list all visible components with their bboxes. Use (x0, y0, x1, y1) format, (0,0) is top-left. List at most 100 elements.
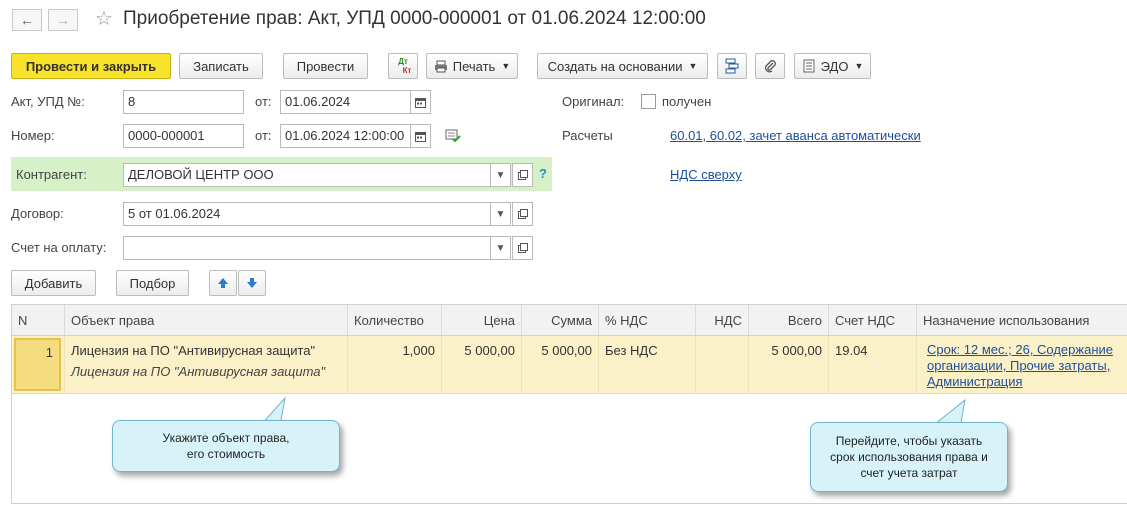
dt-icon: Дт (398, 57, 408, 66)
original-received-checkbox[interactable] (641, 94, 656, 109)
calendar-icon[interactable] (410, 124, 431, 148)
forward-button[interactable]: → (48, 9, 78, 31)
create-based-label: Создать на основании (547, 58, 683, 74)
vat-cell[interactable] (696, 336, 749, 394)
selection-button[interactable]: Подбор (116, 270, 189, 296)
arrow-up-icon (218, 278, 228, 288)
open-icon[interactable] (512, 236, 533, 260)
callout-purpose-line3: счет учета затрат (860, 466, 958, 480)
move-up-button[interactable] (209, 270, 237, 296)
counterparty-field[interactable]: ДЕЛОВОЙ ЦЕНТР ООО (123, 163, 491, 187)
contract-label: Договор: (11, 206, 64, 221)
add-row-label: Добавить (24, 275, 83, 291)
column-header-sum[interactable]: Сумма (522, 305, 599, 335)
arrow-down-icon (247, 278, 257, 288)
chevron-down-icon: ▼ (688, 61, 698, 71)
attachments-button[interactable] (755, 53, 785, 79)
open-icon[interactable] (512, 202, 533, 226)
object-cell[interactable]: Лицензия на ПО "Антивирусная защита" Лиц… (65, 336, 348, 394)
add-row-button[interactable]: Добавить (11, 270, 96, 296)
edo-icon (803, 59, 815, 73)
column-header-total[interactable]: Всего (749, 305, 829, 335)
act-number-field[interactable]: 8 (123, 90, 244, 114)
vat-rate-cell[interactable]: Без НДС (599, 336, 696, 394)
save-button[interactable]: Записать (179, 53, 263, 79)
document-check-icon[interactable] (445, 129, 461, 146)
row-number-cell[interactable]: 1 (12, 336, 65, 394)
column-header-vat-account[interactable]: Счет НДС (829, 305, 917, 335)
quantity-cell[interactable]: 1,000 (348, 336, 442, 394)
invoice-label: Счет на оплату: (11, 240, 107, 255)
price-cell[interactable]: 5 000,00 (442, 336, 522, 394)
print-button[interactable]: Печать ▼ (426, 53, 518, 79)
invoice-field[interactable] (123, 236, 491, 260)
contract-field[interactable]: 5 от 01.06.2024 (123, 202, 491, 226)
purpose-link-line1[interactable]: Срок: 12 мес.; 26, Содержание (927, 342, 1118, 358)
received-label: получен (662, 94, 712, 109)
save-label: Записать (193, 58, 249, 74)
object-subtitle: Лицензия на ПО "Антивирусная защита" (71, 364, 326, 379)
edo-button[interactable]: ЭДО ▼ (794, 53, 871, 79)
callout-object-line1: Укажите объект права, (162, 431, 290, 445)
purpose-link-line2[interactable]: организации, Прочие затраты, (927, 358, 1118, 374)
number-field[interactable]: 0000-000001 (123, 124, 244, 148)
help-icon[interactable]: ? (539, 166, 547, 181)
callout-purpose-hint: Перейдите, чтобы указать срок использова… (810, 422, 1008, 492)
post-and-close-button[interactable]: Провести и закрыть (11, 53, 171, 79)
number-date-label: от: (255, 128, 272, 143)
original-label: Оригинал: (562, 94, 625, 109)
number-label: Номер: (11, 128, 55, 143)
callout-purpose-line1: Перейдите, чтобы указать (835, 434, 983, 448)
number-date-field[interactable]: 01.06.2024 12:00:00 (280, 124, 411, 148)
structure-icon (725, 58, 739, 74)
chevron-down-icon[interactable]: ▼ (490, 236, 511, 260)
back-button[interactable]: ← (12, 9, 42, 31)
table-row[interactable]: 1 Лицензия на ПО "Антивирусная защита" Л… (12, 336, 1127, 394)
settlements-link[interactable]: 60.01, 60.02, зачет аванса автоматически (670, 128, 921, 143)
calendar-icon[interactable] (410, 90, 431, 114)
act-date-label: от: (255, 94, 272, 109)
column-header-n[interactable]: N (12, 305, 65, 335)
dt-kt-button[interactable]: Дт Кт (388, 53, 418, 79)
purpose-link-line3[interactable]: Администрация (927, 374, 1118, 390)
post-button[interactable]: Провести (283, 53, 368, 79)
chevron-down-icon: ▼ (854, 61, 864, 71)
move-down-button[interactable] (238, 270, 266, 296)
counterparty-label: Контрагент: (16, 167, 87, 182)
post-label: Провести (296, 58, 355, 74)
arrow-left-icon: ← (20, 12, 34, 28)
print-label: Печать (452, 58, 496, 74)
act-date-field[interactable]: 01.06.2024 (280, 90, 411, 114)
paperclip-icon (764, 60, 776, 73)
create-based-on-button[interactable]: Создать на основании ▼ (537, 53, 708, 79)
column-header-purpose[interactable]: Назначение использования (917, 305, 1127, 335)
vat-link[interactable]: НДС сверху (670, 167, 742, 182)
printer-icon (434, 60, 447, 72)
vat-account-cell[interactable]: 19.04 (829, 336, 917, 394)
callout-object-line2: его стоимость (186, 447, 266, 461)
sum-cell[interactable]: 5 000,00 (522, 336, 599, 394)
table-header: N Объект права Количество Цена Сумма % Н… (12, 305, 1127, 336)
edo-label: ЭДО (820, 58, 849, 74)
object-name: Лицензия на ПО "Антивирусная защита" (71, 343, 316, 358)
column-header-vat[interactable]: НДС (696, 305, 749, 335)
column-header-quantity[interactable]: Количество (348, 305, 442, 335)
settlements-label: Расчеты (562, 128, 613, 143)
open-icon[interactable] (512, 163, 533, 187)
structure-button[interactable] (717, 53, 747, 79)
column-header-price[interactable]: Цена (442, 305, 522, 335)
kt-icon: Кт (402, 66, 412, 75)
row-number: 1 (14, 338, 61, 391)
column-header-vat-rate[interactable]: % НДС (599, 305, 696, 335)
total-cell[interactable]: 5 000,00 (749, 336, 829, 394)
arrow-right-icon: → (56, 12, 70, 28)
chevron-down-icon: ▼ (501, 61, 511, 71)
column-header-object[interactable]: Объект права (65, 305, 348, 335)
purpose-cell[interactable]: Срок: 12 мес.; 26, Содержание организаци… (917, 336, 1127, 394)
favorite-star-icon[interactable]: ☆ (95, 6, 113, 31)
chevron-down-icon[interactable]: ▼ (490, 202, 511, 226)
post-and-close-label: Провести и закрыть (25, 58, 157, 74)
callout-purpose-line2: срок использования права и (830, 450, 988, 464)
act-number-label: Акт, УПД №: (11, 94, 85, 109)
chevron-down-icon[interactable]: ▼ (490, 163, 511, 187)
